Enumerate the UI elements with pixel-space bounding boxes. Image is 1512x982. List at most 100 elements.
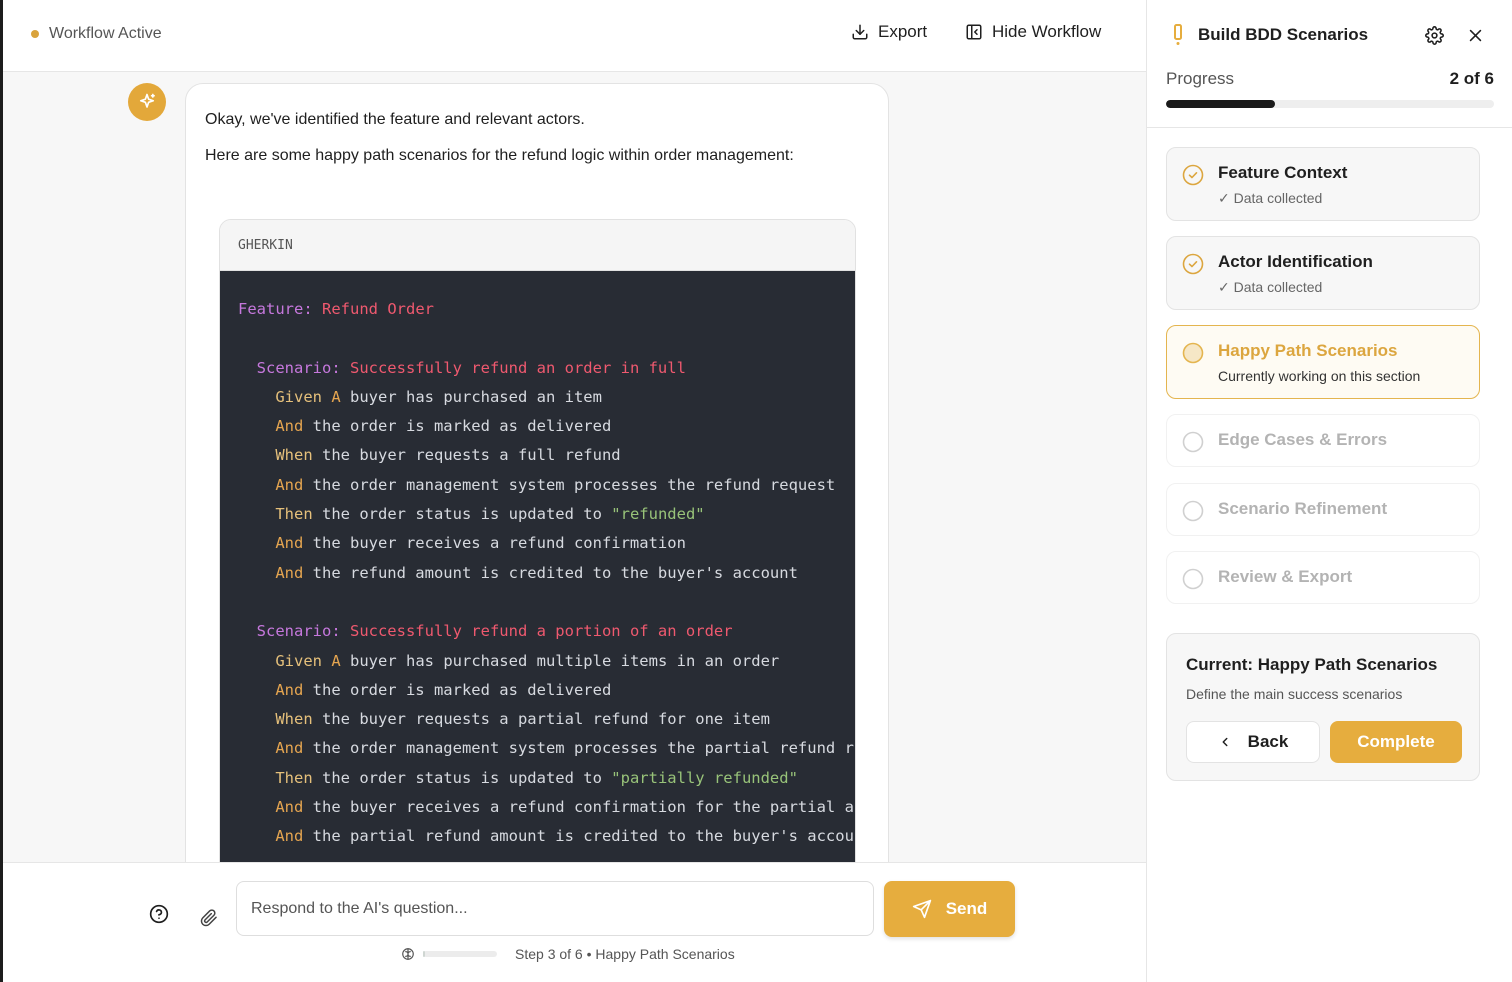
code-token: the partial refund amount is credited to… — [312, 827, 854, 846]
mini-progress-fill — [423, 951, 426, 957]
workflow-step-4[interactable]: Edge Cases & Errors — [1166, 414, 1480, 467]
code-line: Given A buyer has purchased an item — [220, 383, 855, 412]
code-token: And — [238, 475, 313, 494]
workflow-step-6[interactable]: Review & Export — [1166, 551, 1480, 604]
code-token: And — [238, 563, 313, 582]
chat-pane: Workflow Active Export Hide Workflow Oka… — [0, 0, 1146, 982]
status-dot — [31, 30, 39, 38]
current-step-title: Current: Happy Path Scenarios — [1186, 655, 1438, 674]
code-language-label: GHERKIN — [220, 220, 855, 271]
help-button[interactable] — [149, 904, 169, 929]
gear-icon — [1425, 26, 1444, 45]
back-label: Back — [1247, 732, 1289, 751]
code-block: GHERKIN Feature: Refund Order Scenario: … — [219, 219, 856, 882]
workflow-step-title: Actor Identification — [1218, 252, 1373, 271]
code-token: Scenario: — [238, 358, 350, 377]
code-token: Scenario: — [238, 622, 350, 641]
code-token: Given — [238, 651, 332, 670]
workflow-step-title: Happy Path Scenarios — [1218, 341, 1398, 360]
code-token: the order management system processes th… — [312, 475, 836, 494]
workflow-step-title: Review & Export — [1218, 567, 1353, 586]
code-token: And — [238, 739, 313, 758]
code-line: And the order management system processe… — [220, 471, 855, 500]
attach-button[interactable] — [200, 909, 218, 932]
progress-bar — [1166, 100, 1494, 108]
code-token: And — [238, 827, 313, 846]
settings-button[interactable] — [1425, 26, 1444, 50]
code-token: the buyer receives a refund confirmation… — [312, 798, 854, 817]
code-token: Successfully refund a portion of an orde… — [349, 622, 733, 641]
code-token: Feature: — [238, 300, 322, 318]
mini-progress-bar — [423, 951, 497, 957]
divider — [1147, 127, 1512, 128]
assistant-avatar — [128, 83, 166, 121]
chevron-left-icon — [1222, 737, 1228, 747]
code-token: And — [238, 680, 313, 699]
hide-workflow-button[interactable]: Hide Workflow — [965, 22, 1101, 42]
code-line: Then the order status is updated to "ref… — [220, 500, 855, 529]
code-line: And the refund amount is credited to the… — [220, 559, 855, 588]
code-token: And — [238, 798, 313, 817]
code-line: And the order is marked as delivered — [220, 676, 855, 705]
workflow-sidebar: Build BDD Scenarios Progress 2 of 6 Feat… — [1146, 0, 1512, 982]
code-token: Refund Order — [322, 300, 434, 318]
close-button[interactable] — [1467, 27, 1484, 49]
code-token: Given — [238, 387, 332, 406]
paperclip-icon — [200, 909, 217, 927]
message-line-1: Okay, we've identified the feature and r… — [205, 111, 585, 128]
sidebar-title: Build BDD Scenarios — [1198, 25, 1369, 44]
progress-fill — [1166, 100, 1276, 108]
workflow-step-3[interactable]: Happy Path Scenarios Currently working on… — [1166, 325, 1480, 399]
workflow-step-status: ✓ Data collected — [1218, 190, 1323, 206]
code-line: Feature: Refund Order — [220, 295, 855, 324]
code-line: And the buyer receives a refund confirma… — [220, 793, 855, 822]
workflow-step-title: Edge Cases & Errors — [1218, 430, 1388, 449]
export-label: Export — [878, 22, 928, 41]
exclamation-icon — [1174, 24, 1182, 45]
code-token: the buyer requests a full refund — [322, 446, 621, 465]
sidebar-header: Build BDD Scenarios — [1147, 0, 1512, 70]
assistant-message: Okay, we've identified the feature and r… — [185, 83, 889, 883]
send-icon — [912, 899, 931, 919]
code-content[interactable]: Feature: Refund Order Scenario: Successf… — [220, 271, 855, 882]
code-line: And the partial refund amount is credite… — [220, 822, 855, 851]
code-token: the order is marked as delivered — [312, 417, 612, 436]
help-circle-icon — [149, 904, 169, 924]
code-token: And — [238, 417, 313, 436]
circle-icon — [1182, 342, 1204, 364]
complete-button[interactable]: Complete — [1330, 721, 1462, 763]
code-token: When — [238, 446, 322, 465]
current-step-description: Define the main success scenarios — [1186, 686, 1403, 702]
response-input[interactable] — [236, 881, 874, 936]
code-token: the order is marked as delivered — [312, 680, 612, 699]
composer: Send Step 3 of 6 • Happy Path Scenarios — [3, 862, 1146, 982]
workflow-step-2[interactable]: Actor Identification ✓ Data collected — [1166, 236, 1480, 310]
workflow-step-status: Currently working on this section — [1218, 368, 1421, 384]
code-token: the buyer requests a partial refund for … — [322, 710, 770, 729]
workflow-step-1[interactable]: Feature Context ✓ Data collected — [1166, 147, 1480, 221]
circle-icon — [1182, 500, 1204, 522]
send-button[interactable]: Send — [884, 881, 1015, 937]
workflow-step-status: ✓ Data collected — [1218, 279, 1323, 295]
code-token: buyer has purchased an item — [350, 387, 602, 406]
brain-icon — [402, 948, 414, 960]
back-button[interactable]: Back — [1186, 721, 1320, 763]
code-line: Scenario: Successfully refund a portion … — [220, 617, 855, 646]
progress-label: Progress — [1166, 69, 1235, 88]
code-token: the order management system processes th… — [312, 739, 854, 758]
code-line: When the buyer requests a partial refund… — [220, 705, 855, 734]
hide-workflow-label: Hide Workflow — [992, 22, 1102, 41]
code-token: "refunded" — [611, 505, 705, 524]
export-button[interactable]: Export — [851, 22, 927, 42]
workflow-step-title: Scenario Refinement — [1218, 499, 1388, 518]
code-line: Given A buyer has purchased multiple ite… — [220, 647, 855, 676]
circle-icon — [1182, 568, 1204, 590]
workflow-step-5[interactable]: Scenario Refinement — [1166, 483, 1480, 536]
code-line: Scenario: Successfully refund an order i… — [220, 354, 855, 383]
check-circle-icon — [1182, 164, 1204, 186]
code-token: "partially refunded" — [611, 768, 798, 787]
code-token: the order status is updated to — [322, 768, 612, 787]
code-token: the buyer receives a refund confirmation — [312, 534, 686, 553]
